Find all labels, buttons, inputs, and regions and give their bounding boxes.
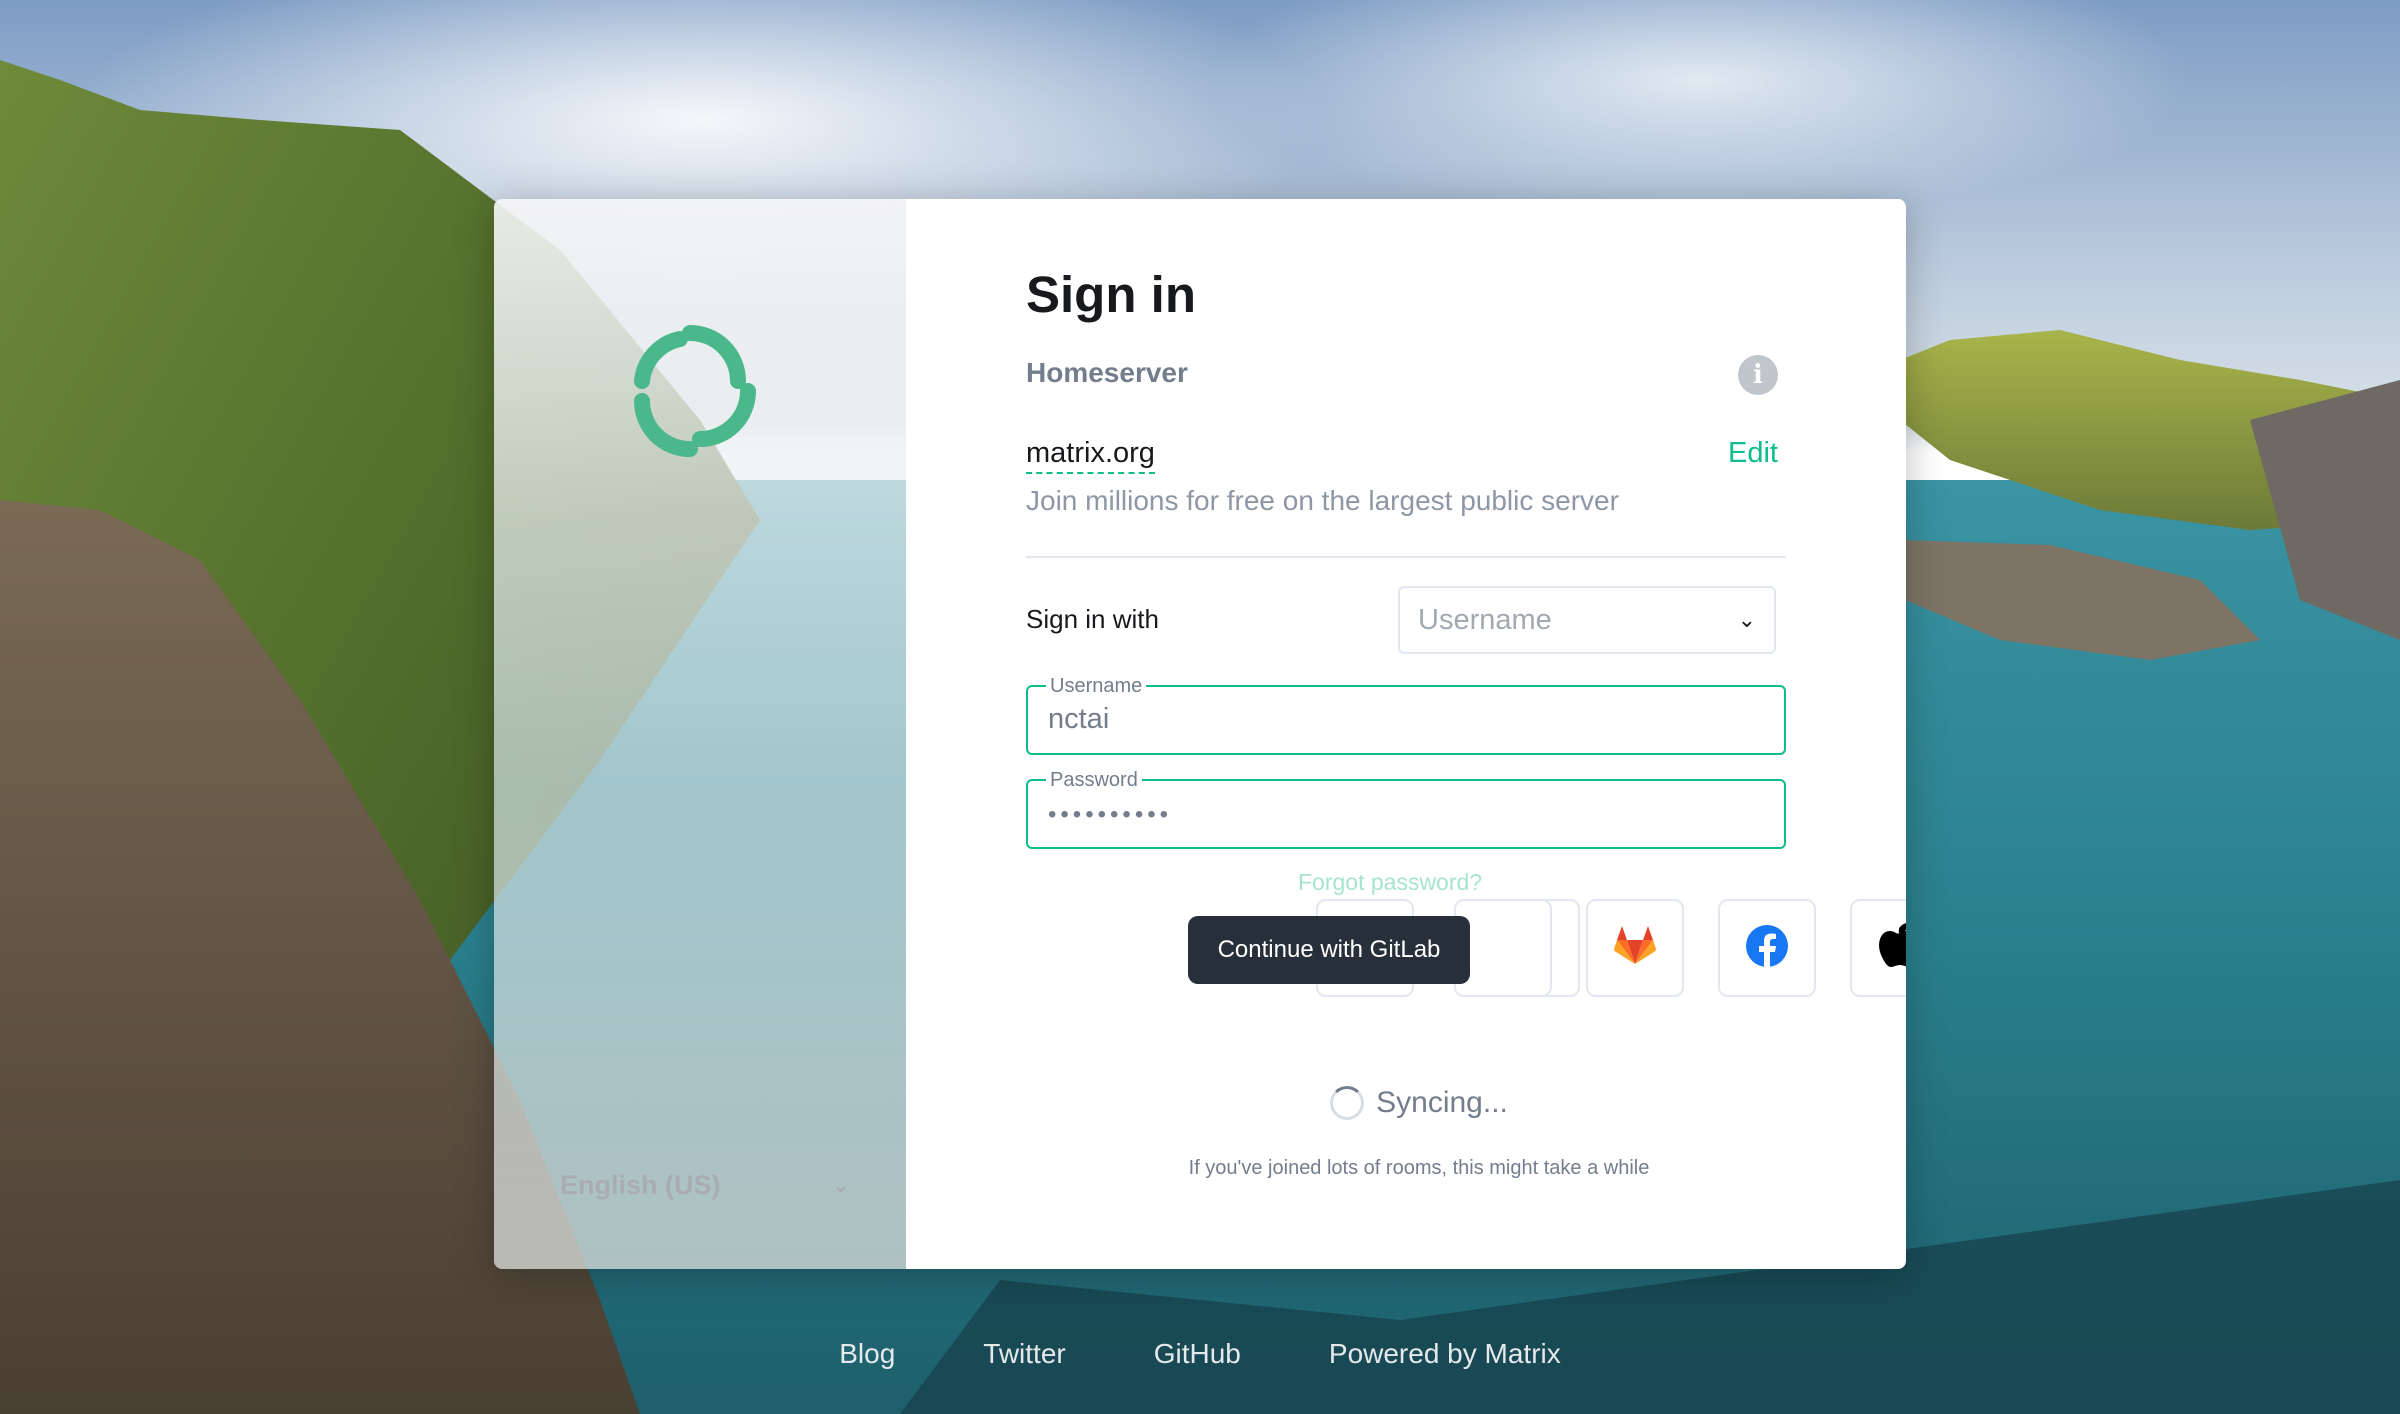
sign-in-with-label: Sign in with <box>1026 604 1159 634</box>
footer-links: Blog Twitter GitHub Powered by Matrix <box>0 1338 2400 1370</box>
sync-status-text: Syncing... <box>1376 1086 1508 1119</box>
spinner-icon <box>1330 1086 1365 1120</box>
page-title: Sign in <box>1026 266 1196 323</box>
sign-in-method-select[interactable]: Username ⌄ <box>1398 586 1776 654</box>
language-selector[interactable]: English (US) ⌄ <box>560 1165 850 1205</box>
password-field-label: Password <box>1046 769 1142 792</box>
info-icon[interactable]: i <box>1738 355 1778 395</box>
sync-status-subtext: If you've joined lots of rooms, this mig… <box>1188 1157 1650 1179</box>
sign-in-method-value: Username <box>1418 603 1552 636</box>
homeserver-label: Homeserver <box>1026 357 1188 388</box>
homeserver-name[interactable]: matrix.org <box>1026 437 1155 474</box>
sync-status: Syncing... <box>906 1086 1906 1120</box>
footer-link-twitter[interactable]: Twitter <box>983 1338 1065 1370</box>
footer-link-blog[interactable]: Blog <box>839 1338 895 1370</box>
chevron-down-icon: ⌄ <box>831 1172 850 1197</box>
username-field[interactable]: Username nctai <box>1026 675 1786 755</box>
password-input[interactable]: •••••••••• <box>1048 801 1172 829</box>
chevron-down-icon: ⌄ <box>1737 607 1756 632</box>
footer-link-powered-by-matrix[interactable]: Powered by Matrix <box>1329 1338 1561 1370</box>
gitlab-icon <box>1614 925 1656 971</box>
username-field-label: Username <box>1046 675 1147 698</box>
edit-homeserver-link[interactable]: Edit <box>1728 437 1778 470</box>
element-logo-icon <box>620 311 770 461</box>
forgot-password-label: Forgot password? <box>1298 869 1483 895</box>
password-field[interactable]: Password •••••••••• <box>1026 769 1786 849</box>
card-side-panel: English (US) ⌄ <box>494 199 906 1269</box>
homeserver-description: Join millions for free on the largest pu… <box>1026 485 1619 516</box>
sso-gitlab-button-overlay[interactable] <box>1586 899 1684 997</box>
apple-icon <box>1879 922 1906 974</box>
divider <box>1026 556 1786 558</box>
footer-link-github[interactable]: GitHub <box>1154 1338 1241 1370</box>
sso-facebook-button[interactable] <box>1718 899 1816 997</box>
language-label: English (US) <box>560 1169 721 1200</box>
login-form-panel: Sign in Homeserver i matrix.org Edit Joi… <box>906 199 1906 1269</box>
login-card: English (US) ⌄ Sign in Homeserver i matr… <box>494 199 1906 1269</box>
sso-tooltip: Continue with GitLab <box>1188 916 1470 984</box>
facebook-icon <box>1745 924 1789 973</box>
sso-apple-button[interactable] <box>1850 899 1906 997</box>
username-input[interactable]: nctai <box>1048 703 1109 736</box>
